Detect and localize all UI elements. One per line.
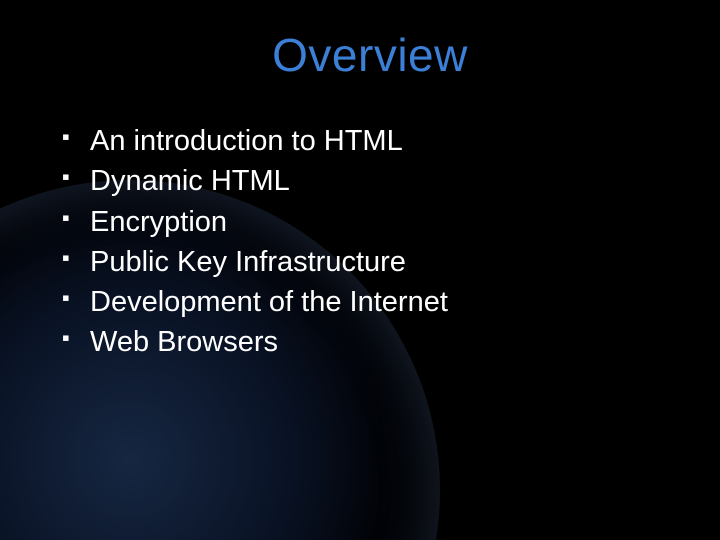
bullet-text: Development of the Internet <box>90 286 448 318</box>
bullet-text: Public Key Infrastructure <box>90 246 406 278</box>
list-item: Encryption <box>60 203 680 241</box>
bullet-text: An introduction to HTML <box>90 125 403 157</box>
list-item: Web Browsers <box>60 323 680 361</box>
bullet-list: An introduction to HTML Dynamic HTML Enc… <box>60 122 680 362</box>
slide: Overview An introduction to HTML Dynamic… <box>0 0 720 540</box>
list-item: Dynamic HTML <box>60 162 680 200</box>
list-item: Development of the Internet <box>60 283 680 321</box>
slide-title: Overview <box>60 28 680 82</box>
bullet-text: Dynamic HTML <box>90 165 290 197</box>
list-item: Public Key Infrastructure <box>60 243 680 281</box>
bullet-text: Encryption <box>90 206 227 238</box>
bullet-text: Web Browsers <box>90 326 278 358</box>
list-item: An introduction to HTML <box>60 122 680 160</box>
